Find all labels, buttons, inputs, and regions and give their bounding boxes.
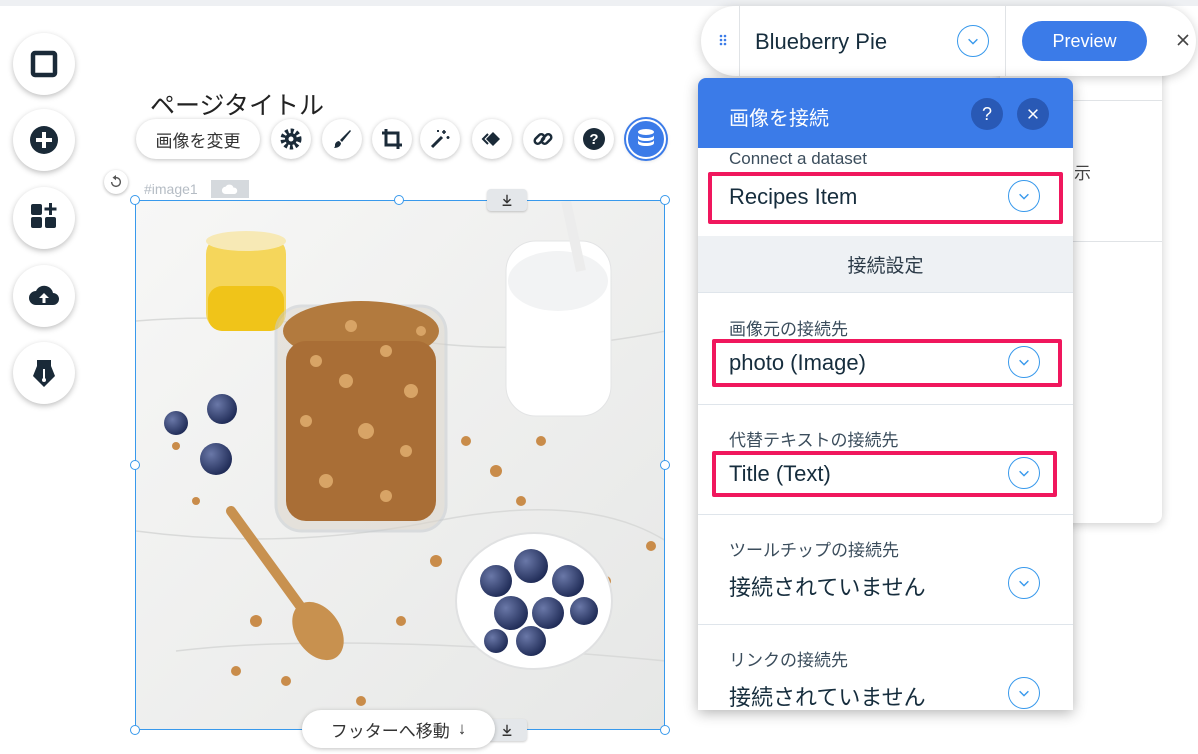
divider — [698, 514, 1073, 515]
top-bar: Blueberry Pie Preview — [701, 6, 1196, 76]
connection-settings-heading: 接続設定 — [698, 236, 1073, 292]
resize-handle-tr[interactable] — [660, 195, 670, 205]
granola-photo — [136, 201, 664, 729]
element-id-label: #image1 — [144, 181, 198, 197]
resize-handle-r[interactable] — [660, 460, 670, 470]
hidden-panel-text: 示 — [1074, 164, 1091, 183]
rotate-icon — [110, 175, 122, 188]
enhance-button[interactable] — [420, 119, 460, 159]
change-image-button[interactable]: 画像を変更 — [136, 119, 260, 159]
link-button[interactable] — [523, 119, 563, 159]
move-to-footer-button[interactable]: フッターへ移動 ↓ — [302, 710, 495, 748]
design-button[interactable] — [322, 119, 362, 159]
chevron-down-icon — [1019, 690, 1029, 697]
dataset-label: Connect a dataset — [729, 149, 867, 168]
gear-icon — [280, 128, 302, 150]
resize-handle-l[interactable] — [130, 460, 140, 470]
help-icon: ? — [583, 128, 605, 150]
crop-button[interactable] — [372, 119, 412, 159]
link-icon — [533, 132, 553, 146]
panel-title: 画像を接続 — [729, 108, 829, 130]
rotate-handle[interactable] — [104, 170, 128, 194]
download-arrow-icon — [502, 724, 512, 736]
settings-button[interactable] — [271, 119, 311, 159]
add-section-button[interactable] — [13, 33, 75, 95]
connect-data-button[interactable] — [626, 119, 666, 159]
chevron-down-icon — [968, 38, 978, 45]
move-to-footer-label: フッターへ移動 — [330, 721, 450, 741]
preview-button[interactable]: Preview — [1022, 21, 1147, 61]
cloud-tag — [211, 180, 249, 198]
brush-icon — [334, 130, 351, 148]
close-panel-button[interactable] — [1017, 98, 1049, 130]
resize-handle-t[interactable] — [394, 195, 404, 205]
plus-icon — [30, 126, 58, 154]
link-dropdown[interactable]: 接続されていません — [729, 680, 926, 710]
help-icon: ? — [981, 103, 992, 124]
pen-icon — [33, 360, 55, 387]
help-button[interactable]: ? — [574, 119, 614, 159]
tooltip-dropdown[interactable]: 接続されていません — [729, 570, 926, 602]
link-label: リンクの接続先 — [729, 651, 848, 670]
divider — [698, 404, 1073, 405]
connect-image-panel: 画像を接続 ? Connect a dataset Recipes Item 接… — [698, 78, 1073, 710]
alt-text-highlight — [712, 451, 1057, 497]
tooltip-dropdown-button[interactable] — [1008, 567, 1040, 599]
link-dropdown-button[interactable] — [1008, 677, 1040, 709]
arrow-down-icon: ↓ — [457, 719, 467, 738]
resize-handle-bl[interactable] — [130, 725, 140, 735]
image-source-highlight — [712, 339, 1062, 387]
animation-button[interactable] — [472, 119, 512, 159]
close-icon[interactable] — [1173, 30, 1193, 50]
dataset-highlight — [708, 172, 1063, 224]
page-dropdown-button[interactable] — [957, 25, 989, 57]
square-icon — [30, 50, 58, 78]
close-icon — [1028, 109, 1038, 119]
svg-text:?: ? — [589, 131, 598, 148]
divider — [1005, 6, 1006, 76]
magic-wand-icon — [430, 130, 450, 149]
cloud-icon — [221, 184, 238, 194]
page-selector[interactable]: Blueberry Pie — [755, 29, 887, 55]
divider — [698, 292, 1073, 293]
panel-header: 画像を接続 ? — [698, 78, 1073, 148]
selected-image[interactable] — [135, 200, 665, 730]
upload-media-button[interactable] — [13, 265, 75, 327]
chevron-down-icon — [1019, 580, 1029, 587]
drag-handle-icon[interactable] — [719, 34, 729, 48]
help-button[interactable]: ? — [971, 98, 1003, 130]
add-apps-button[interactable] — [13, 187, 75, 249]
alt-text-label: 代替テキストの接続先 — [729, 431, 899, 450]
add-element-button[interactable] — [13, 109, 75, 171]
stretch-top-button[interactable] — [487, 189, 527, 211]
image-source-label: 画像元の接続先 — [729, 320, 848, 339]
resize-handle-br[interactable] — [660, 725, 670, 735]
crop-icon — [382, 129, 402, 149]
divider — [739, 6, 740, 76]
cloud-upload-icon — [29, 285, 59, 305]
page-title[interactable]: ページタイトル — [150, 86, 324, 122]
animation-icon — [481, 132, 500, 146]
download-arrow-icon — [502, 194, 512, 206]
blog-button[interactable] — [13, 342, 75, 404]
resize-handle-tl[interactable] — [130, 195, 140, 205]
database-icon — [638, 129, 654, 146]
divider — [698, 624, 1073, 625]
apps-icon — [31, 203, 57, 228]
tooltip-label: ツールチップの接続先 — [729, 541, 899, 560]
